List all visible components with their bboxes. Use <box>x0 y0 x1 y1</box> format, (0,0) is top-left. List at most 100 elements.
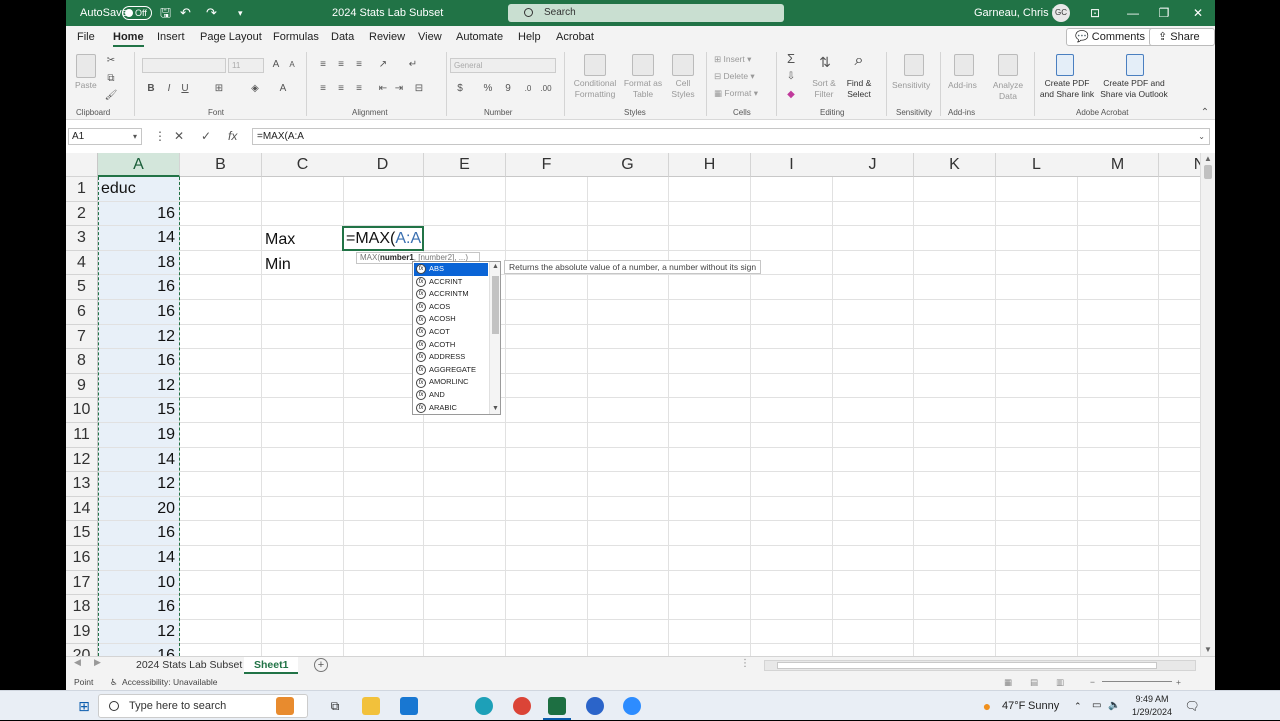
save-icon[interactable]: 🖫 <box>160 0 171 26</box>
align-top-icon[interactable]: ≡ <box>316 58 330 71</box>
autocomplete-item-acosh[interactable]: fx ACOSH <box>414 313 488 326</box>
increase-decimal-icon[interactable]: .0 <box>521 82 535 95</box>
sensitivity-icon[interactable] <box>904 54 924 76</box>
analyze-data-icon[interactable] <box>998 54 1018 76</box>
row-header-2[interactable]: 2 <box>66 201 98 227</box>
cell-a15[interactable]: 16 <box>98 521 178 546</box>
paste-icon[interactable] <box>76 54 96 78</box>
decrease-indent-icon[interactable]: ⇤ <box>376 82 390 95</box>
sensitivity-button-label[interactable]: Sensitivity <box>892 80 930 91</box>
analyze-data-label[interactable]: Analyze Data <box>990 80 1026 102</box>
page-layout-view-icon[interactable]: ▤ <box>1030 674 1038 690</box>
find-select-label[interactable]: Find & Select <box>842 78 876 100</box>
autocomplete-item-accrintm[interactable]: fx ACCRINTM <box>414 288 488 301</box>
cell-a11[interactable]: 19 <box>98 423 178 448</box>
delete-cells-button[interactable]: ⊟ Delete ▾ <box>714 71 755 82</box>
conditional-formatting-label[interactable]: Conditional Formatting <box>569 78 621 100</box>
tab-file[interactable]: File <box>77 26 95 48</box>
minimize-icon[interactable]: — <box>1118 0 1148 26</box>
row-header-9[interactable]: 9 <box>66 373 98 399</box>
formula-input[interactable]: =MAX(A:A ⌄ <box>252 128 1210 145</box>
create-pdf-outlook-icon[interactable] <box>1126 54 1144 76</box>
column-header-e[interactable]: E <box>424 153 506 177</box>
restore-icon[interactable]: ❐ <box>1149 0 1179 26</box>
row-header-8[interactable]: 8 <box>66 349 98 374</box>
customize-quick-access-icon[interactable]: ▾ <box>238 0 243 26</box>
weather-temperature[interactable]: 47°F <box>1002 691 1025 721</box>
close-icon[interactable]: ✕ <box>1183 0 1213 26</box>
accessibility-status[interactable]: Accessibility: Unavailable <box>122 674 217 690</box>
file-explorer-icon[interactable] <box>362 697 380 715</box>
format-as-table-label[interactable]: Format as Table <box>622 78 664 100</box>
scroll-down-icon[interactable]: ▼ <box>490 404 501 414</box>
create-pdf-outlook-label[interactable]: Create PDF and Share via Outlook <box>1098 78 1170 100</box>
active-cell-d3[interactable]: =MAX(A:A <box>342 226 424 251</box>
merge-center-icon[interactable]: ⊟ <box>412 82 426 95</box>
zoom-slider[interactable] <box>1102 681 1172 682</box>
horizontal-scrollbar[interactable] <box>764 660 1196 671</box>
copy-icon[interactable]: ⧉ <box>104 72 118 85</box>
name-box[interactable]: A1 ▾ <box>68 128 142 145</box>
scroll-up-icon[interactable]: ▲ <box>490 262 501 272</box>
tab-acrobat[interactable]: Acrobat <box>556 26 594 48</box>
clock[interactable]: 9:49 AM 1/29/2024 <box>1124 693 1180 719</box>
column-header-f[interactable]: F <box>506 153 588 177</box>
column-header-g[interactable]: G <box>587 153 669 177</box>
cell-a18[interactable]: 16 <box>98 595 178 620</box>
column-header-b[interactable]: B <box>180 153 262 177</box>
column-header-d[interactable]: D <box>342 153 424 177</box>
decrease-decimal-icon[interactable]: .00 <box>539 82 553 95</box>
cell-a12[interactable]: 14 <box>98 448 178 473</box>
tab-formulas[interactable]: Formulas <box>273 26 319 48</box>
column-header-i[interactable]: I <box>751 153 833 177</box>
work-briefcase-icon[interactable] <box>276 697 294 715</box>
column-header-a[interactable]: A <box>98 153 180 177</box>
vertical-scrollbar[interactable]: ▲ ▼ <box>1200 153 1215 656</box>
fill-icon[interactable]: ⇩ <box>784 70 798 83</box>
row-header-3[interactable]: 3 <box>66 226 98 251</box>
autocomplete-scrollbar[interactable]: ▲ ▼ <box>489 262 500 414</box>
bold-button[interactable]: B <box>144 82 158 95</box>
start-icon[interactable]: ⊞ <box>72 691 96 721</box>
user-name[interactable]: Garneau, Chris R. <box>974 0 1063 26</box>
orientation-icon[interactable]: ↗ <box>376 58 390 71</box>
tab-insert[interactable]: Insert <box>157 26 185 48</box>
insert-function-button[interactable]: fx <box>228 128 237 145</box>
weather-description[interactable]: Sunny <box>1028 691 1059 721</box>
autocomplete-item-arabic[interactable]: fx ARABIC <box>414 402 488 415</box>
find-select-icon[interactable]: ⌕ <box>852 53 866 69</box>
align-center-icon[interactable]: ≡ <box>334 82 348 95</box>
increase-font-icon[interactable]: A <box>269 58 283 71</box>
tab-data[interactable]: Data <box>331 26 354 48</box>
currency-button[interactable]: $ <box>453 82 467 95</box>
avatar[interactable]: GC <box>1052 4 1070 22</box>
cut-icon[interactable]: ✂ <box>104 54 118 67</box>
autocomplete-scroll-thumb[interactable] <box>492 276 499 334</box>
sigma-app-icon[interactable] <box>586 697 604 715</box>
worksheet-grid[interactable]: ABCDEFGHIJKLMN 1234567891011121314151617… <box>66 153 1215 656</box>
cell-styles-icon[interactable] <box>672 54 694 76</box>
row-header-17[interactable]: 17 <box>66 570 98 596</box>
cell-a5[interactable]: 16 <box>98 275 178 300</box>
cell-styles-label[interactable]: Cell Styles <box>665 78 701 100</box>
page-break-view-icon[interactable]: ▥ <box>1056 674 1064 690</box>
autosave-toggle[interactable]: Off <box>122 6 152 20</box>
cell-a10[interactable]: 15 <box>98 398 178 423</box>
cancel-entry-button[interactable]: ✕ <box>174 128 184 145</box>
autocomplete-item-amorlinc[interactable]: fx AMORLINC <box>414 376 488 389</box>
zoom-app-icon[interactable] <box>623 697 641 715</box>
row-header-1[interactable]: 1 <box>66 177 98 202</box>
tab-split-handle[interactable]: ⋮ <box>740 658 750 669</box>
comments-button[interactable]: 💬 Comments <box>1066 28 1154 46</box>
underline-button[interactable]: U <box>178 82 192 95</box>
select-all-corner[interactable] <box>66 153 98 177</box>
autocomplete-item-accrint[interactable]: fx ACCRINT <box>414 276 488 289</box>
cell-a6[interactable]: 16 <box>98 300 178 325</box>
enter-entry-button[interactable]: ✓ <box>201 128 211 145</box>
autosum-icon[interactable]: Σ <box>784 52 798 65</box>
tab-automate[interactable]: Automate <box>456 26 503 48</box>
row-header-10[interactable]: 10 <box>66 398 98 423</box>
row-header-19[interactable]: 19 <box>66 619 98 645</box>
cell-a17[interactable]: 10 <box>98 571 178 596</box>
format-as-table-icon[interactable] <box>632 54 654 76</box>
